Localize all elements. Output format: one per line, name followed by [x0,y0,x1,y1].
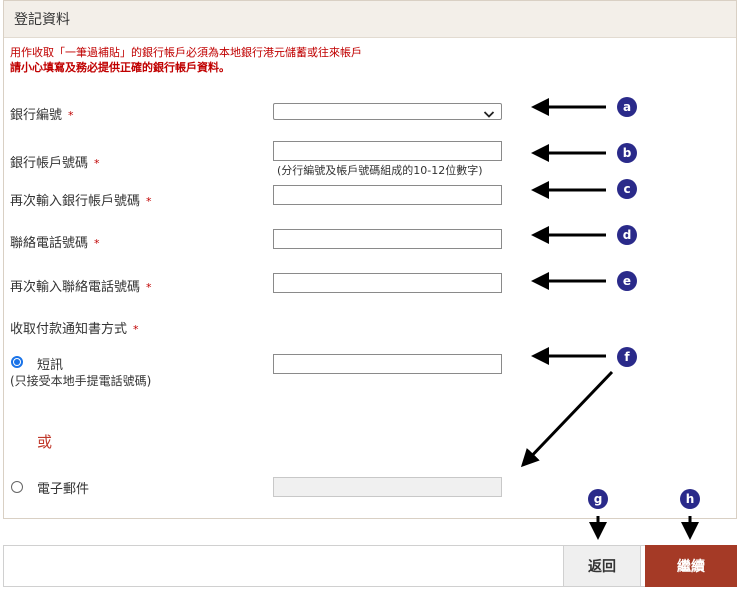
account-number-label-text: 銀行帳戶號碼 [10,156,89,171]
continue-button[interactable]: 繼續 [645,545,737,587]
sms-phone-input[interactable] [273,354,502,374]
phone-label: 聯絡電話號碼 * [10,232,100,251]
phone-input[interactable] [273,229,502,249]
required-mark: * [146,281,152,294]
panel-header: 登記資料 [4,1,736,38]
email-input[interactable] [273,477,502,497]
required-mark: * [146,195,152,208]
sms-label: 短訊 [37,358,64,373]
required-mark: * [133,323,139,336]
account-number-label: 銀行帳戶號碼 * [10,152,100,171]
bank-code-select[interactable] [273,103,502,120]
sms-sublabel: (只接受本地手提電話號碼) [10,374,152,388]
phone-confirm-label: 再次輸入聯絡電話號碼 * [10,276,152,295]
required-mark: * [94,157,100,170]
or-text: 或 [37,433,53,451]
account-confirm-input[interactable] [273,185,502,205]
chevron-down-icon [483,105,495,124]
bank-code-label: 銀行編號 * [10,104,74,123]
panel-title: 登記資料 [14,12,70,28]
phone-label-text: 聯絡電話號碼 [10,236,89,251]
bank-code-label-text: 銀行編號 [10,108,63,123]
account-confirm-label-text: 再次輸入銀行帳戶號碼 [10,194,141,209]
notice-line-2: 請小心填寫及務必提供正確的銀行帳戶資料。 [10,61,230,74]
required-mark: * [68,109,74,122]
back-button[interactable]: 返回 [563,545,641,587]
account-number-hint: (分行編號及帳戶號碼組成的10-12位數字) [277,164,483,177]
registration-panel: 登記資料 [3,0,737,519]
account-confirm-label: 再次輸入銀行帳戶號碼 * [10,190,152,209]
email-label: 電子郵件 [37,482,90,497]
notify-method-label-text: 收取付款通知書方式 [10,322,128,337]
phone-confirm-input[interactable] [273,273,502,293]
email-radio[interactable] [11,481,23,493]
required-mark: * [94,237,100,250]
notify-method-label: 收取付款通知書方式 * [10,318,139,337]
notice-line-1: 用作收取「一筆過補貼」的銀行帳戶必須為本地銀行港元儲蓄或往來帳戶 [10,46,362,59]
account-number-input[interactable] [273,141,502,161]
phone-confirm-label-text: 再次輸入聯絡電話號碼 [10,280,141,295]
sms-radio[interactable] [11,356,23,368]
